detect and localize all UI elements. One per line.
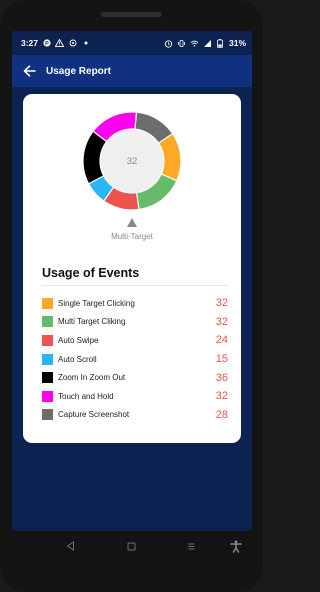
svg-text:P: P — [45, 41, 49, 47]
event-row: Touch and Hold 32 — [42, 387, 228, 406]
event-count: 24 — [215, 334, 228, 347]
event-label: Capture Screenshot — [58, 410, 130, 420]
navigation-bar — [0, 531, 263, 561]
speaker-grille — [101, 12, 162, 17]
event-count: 32 — [215, 297, 228, 310]
dot-icon — [81, 39, 90, 48]
section-title: Usage of Events — [42, 266, 140, 280]
alarm-icon — [164, 39, 173, 48]
arrow-left-icon — [23, 65, 36, 77]
event-color-swatch — [42, 334, 53, 346]
event-count: 32 — [215, 390, 228, 403]
event-row: Multi Target Cliking 32 — [42, 313, 228, 332]
event-count: 15 — [215, 353, 228, 366]
event-label: Touch and Hold — [58, 391, 114, 401]
app-bar: Usage Report — [12, 55, 252, 87]
event-color-swatch — [42, 372, 53, 384]
back-button[interactable] — [16, 58, 42, 84]
event-label: Auto Swipe — [58, 335, 99, 345]
nav-home-button[interactable] — [123, 538, 139, 554]
event-color-swatch — [42, 316, 53, 328]
event-color-swatch — [42, 390, 53, 402]
event-count: 36 — [215, 371, 228, 384]
home-square-icon — [127, 542, 135, 550]
event-row: Auto Scroll 15 — [42, 350, 228, 369]
event-label: Zoom In Zoom Out — [58, 373, 126, 383]
recents-lines-icon — [188, 543, 194, 549]
event-label: Auto Scroll — [58, 354, 97, 364]
vibrate-icon — [177, 39, 186, 48]
nav-accessibility-button[interactable] — [228, 538, 244, 554]
page-title: Usage Report — [46, 65, 112, 77]
divider — [42, 285, 228, 286]
battery-percent: 31% — [228, 38, 246, 48]
event-row: Capture Screenshot 28 — [42, 406, 228, 425]
phone-frame: 3:27 P 31% Usage Report 32 Multi-Target … — [0, 0, 263, 592]
event-color-swatch — [42, 297, 53, 309]
status-bar: 3:27 P 31% — [12, 31, 252, 55]
event-color-swatch — [42, 409, 53, 421]
events-legend: Single Target Clicking 32 Multi Target Cli… — [42, 294, 228, 424]
back-triangle-icon — [66, 541, 74, 551]
event-count: 32 — [215, 315, 228, 328]
signal-icon — [203, 39, 212, 48]
battery-icon — [216, 38, 225, 48]
donut-chart[interactable] — [23, 94, 241, 254]
nav-recents-button[interactable] — [183, 538, 199, 554]
event-label: Multi Target Cliking — [58, 317, 126, 327]
accessibility-icon — [230, 539, 242, 553]
event-label: Single Target Clicking — [58, 298, 135, 308]
selected-slice-label: Multi-Target — [111, 232, 153, 241]
usage-card: 32 Multi-Target Usage of Events Single T… — [23, 94, 241, 443]
event-row: Single Target Clicking 32 — [42, 294, 228, 313]
nav-back-button[interactable] — [62, 538, 78, 554]
donut-center-value: 32 — [126, 156, 138, 167]
status-time: 3:27 — [21, 38, 39, 48]
event-row: Zoom In Zoom Out 36 — [42, 368, 228, 387]
screen: 3:27 P 31% Usage Report 32 Multi-Target … — [12, 31, 252, 531]
event-color-swatch — [42, 353, 53, 365]
event-count: 28 — [215, 408, 228, 421]
donut-chart-area: 32 Multi-Target — [23, 94, 241, 254]
warning-icon — [55, 39, 65, 48]
event-row: Auto Swipe 24 — [42, 331, 228, 350]
wifi-icon — [190, 39, 199, 48]
target-icon — [68, 39, 77, 48]
p-badge-icon: P — [42, 39, 51, 48]
selection-pointer-icon — [127, 218, 137, 227]
